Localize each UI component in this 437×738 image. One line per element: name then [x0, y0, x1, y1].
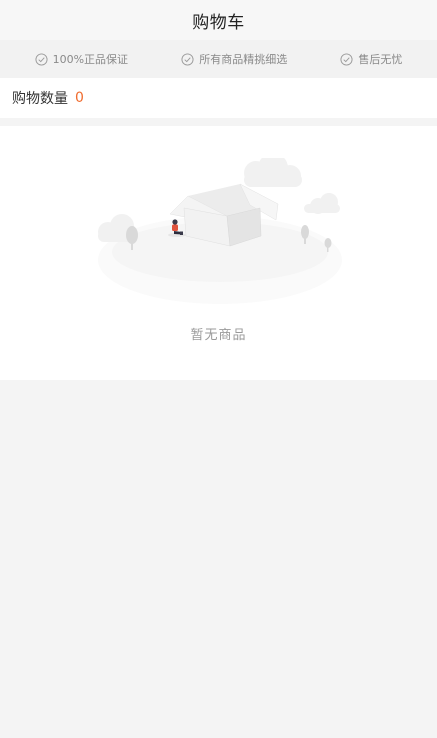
- check-circle-icon: [35, 52, 48, 66]
- guarantee-label: 售后无忧: [358, 53, 403, 66]
- guarantee-label: 100%正品保证: [52, 53, 129, 66]
- empty-box-illustration: [98, 158, 342, 304]
- empty-cart-panel: 暂无商品: [0, 126, 437, 380]
- guarantee-bar: 100%正品保证 所有商品精挑细选 售后无忧: [0, 40, 437, 78]
- cart-count-value: 0: [75, 90, 84, 106]
- section-divider: [0, 118, 437, 126]
- guarantee-label: 所有商品精挑细选: [199, 53, 288, 66]
- guarantee-item-authentic: 100%正品保证: [35, 51, 128, 67]
- cart-count-bar: 购物数量 0: [0, 78, 437, 118]
- guarantee-item-aftersale: 售后无忧: [340, 51, 402, 67]
- guarantee-item-selected: 所有商品精挑细选: [181, 51, 287, 67]
- top-nav-bar: 购物车: [0, 0, 437, 40]
- empty-cart-message: 暂无商品: [190, 328, 247, 343]
- cart-count-label: 购物数量: [12, 91, 68, 107]
- page-title: 购物车: [192, 12, 245, 33]
- check-circle-icon: [340, 52, 353, 66]
- check-circle-icon: [181, 52, 194, 66]
